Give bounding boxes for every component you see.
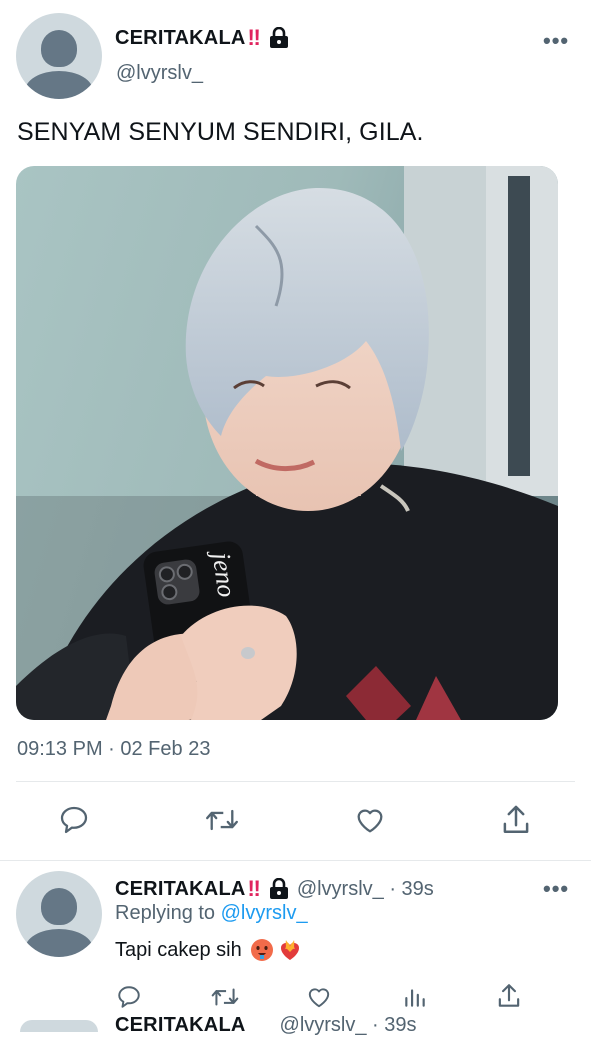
reply-icon[interactable]: [58, 804, 90, 836]
avatar-head-icon: [41, 30, 77, 67]
next-reply-header[interactable]: CERITAKALA @lvyrslv_ · 39s: [115, 1014, 417, 1037]
reply-avatar[interactable]: [16, 871, 102, 957]
reply-retweet-icon[interactable]: [210, 984, 240, 1010]
like-icon[interactable]: [353, 804, 387, 836]
next-reply-display-name: CERITAKALA: [115, 1014, 246, 1036]
reply-more-icon[interactable]: •••: [543, 876, 569, 902]
avatar[interactable]: [16, 13, 102, 99]
heart-on-fire-emoji-icon: [278, 938, 302, 962]
divider: [0, 860, 591, 861]
avatar-body-icon: [25, 71, 93, 99]
tweet-text: SENYAM SENYUM SENDIRI, GILA.: [17, 118, 424, 146]
timestamp[interactable]: 09:13 PM · 02 Feb 23: [17, 738, 210, 761]
replying-to: Replying to @lvyrslv_: [115, 902, 308, 925]
tweet-photo[interactable]: jeno: [16, 166, 558, 720]
hot-face-emoji-icon: [250, 938, 274, 962]
reply-like-icon[interactable]: [305, 984, 333, 1010]
display-name: CERITAKALA: [115, 26, 246, 49]
double-exclamation-emoji: ‼: [247, 876, 261, 901]
reply-handle-time: @lvyrslv_ · 39s: [296, 877, 434, 900]
avatar-head-icon: [41, 888, 77, 925]
reply-text: Tapi cakep sih: [115, 938, 302, 962]
retweet-icon[interactable]: [204, 804, 240, 836]
share-icon[interactable]: [500, 803, 532, 837]
reply-reply-icon[interactable]: [116, 984, 142, 1010]
replying-handle-link[interactable]: @lvyrslv_: [221, 902, 308, 924]
lock-icon: [269, 27, 289, 49]
next-reply-avatar-edge: [20, 1020, 98, 1032]
handle[interactable]: @lvyrslv_: [116, 62, 203, 85]
lock-icon: [269, 878, 289, 900]
double-exclamation-emoji: ‼: [247, 25, 261, 50]
reply-text-content: Tapi cakep sih: [115, 938, 242, 961]
replying-prefix: Replying to: [115, 902, 216, 924]
next-reply-handle-time: @lvyrslv_ · 39s: [279, 1014, 417, 1036]
tweet-author[interactable]: CERITAKALA ‼: [115, 25, 289, 51]
reply-display-name: CERITAKALA: [115, 877, 246, 900]
more-icon[interactable]: •••: [543, 28, 569, 54]
photo-image: jeno: [16, 166, 558, 720]
divider: [16, 781, 575, 782]
views-icon[interactable]: [402, 984, 428, 1010]
reply-share-icon[interactable]: [496, 982, 522, 1010]
avatar-body-icon: [25, 929, 93, 957]
reply-author[interactable]: CERITAKALA ‼ @lvyrslv_ · 39s: [115, 876, 434, 902]
